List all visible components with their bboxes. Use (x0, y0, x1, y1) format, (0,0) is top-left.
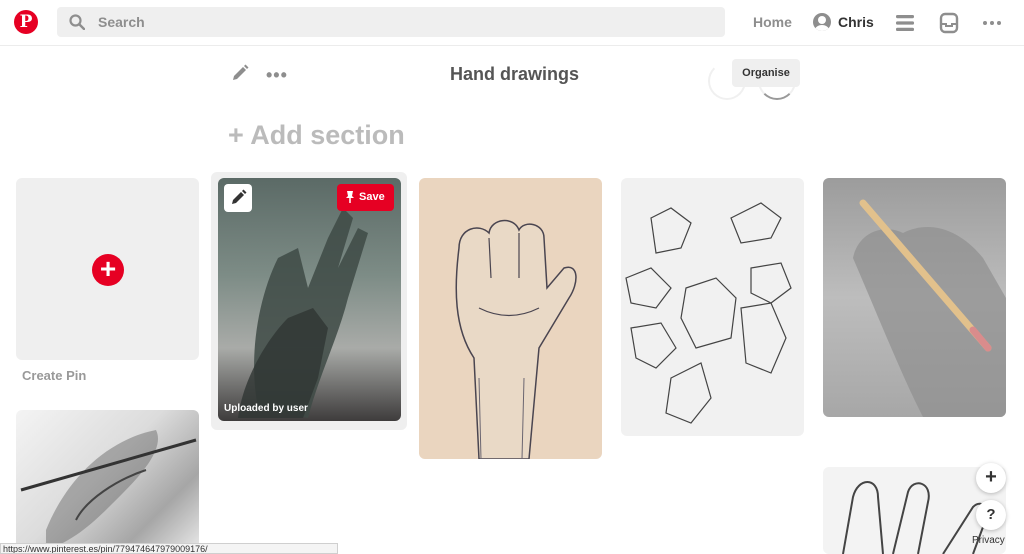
top-navigation-bar: P Search Home Chris (0, 0, 1024, 46)
profile-link[interactable]: Chris (813, 12, 874, 32)
privacy-link[interactable]: Privacy (972, 535, 1005, 546)
pinterest-logo-icon[interactable]: P (14, 10, 38, 34)
add-section-button[interactable]: + Add section (228, 120, 405, 151)
pin-image-hand-with-pencil[interactable] (16, 410, 199, 554)
board-title: Hand drawings (450, 64, 580, 84)
save-pin-button[interactable]: Save (337, 184, 394, 211)
pin-image-raised-fist[interactable] (419, 178, 602, 459)
add-floating-button[interactable]: + (976, 463, 1006, 493)
uploaded-by-label: Uploaded by user (224, 403, 308, 414)
search-icon (69, 14, 85, 30)
status-bar-url: https://www.pinterest.es/pin/77947464797… (0, 543, 338, 554)
search-input[interactable]: Search (57, 7, 725, 37)
search-placeholder: Search (98, 14, 145, 30)
organise-button[interactable]: Organise (732, 59, 800, 87)
create-pin-card[interactable]: + (16, 178, 199, 360)
add-pin-icon: + (92, 254, 124, 286)
more-options-icon[interactable] (980, 11, 1004, 35)
save-label: Save (359, 191, 385, 203)
home-link[interactable]: Home (753, 14, 792, 30)
pin-image-hand-holding-pencil[interactable] (823, 178, 1006, 417)
user-name: Chris (838, 14, 874, 30)
inbox-icon[interactable] (937, 11, 961, 35)
pin-image-hand-studies-sketch[interactable] (621, 178, 804, 436)
avatar-icon (813, 13, 831, 31)
pin-icon (346, 191, 354, 203)
pin-image-crossed-hands[interactable] (218, 178, 401, 421)
board-more-icon[interactable]: ••• (266, 65, 288, 86)
create-pin-label: Create Pin (22, 368, 87, 383)
following-menu-icon[interactable] (893, 11, 917, 35)
edit-pin-button[interactable] (224, 184, 252, 212)
edit-board-icon[interactable] (230, 63, 250, 88)
help-button[interactable]: ? (976, 500, 1006, 530)
